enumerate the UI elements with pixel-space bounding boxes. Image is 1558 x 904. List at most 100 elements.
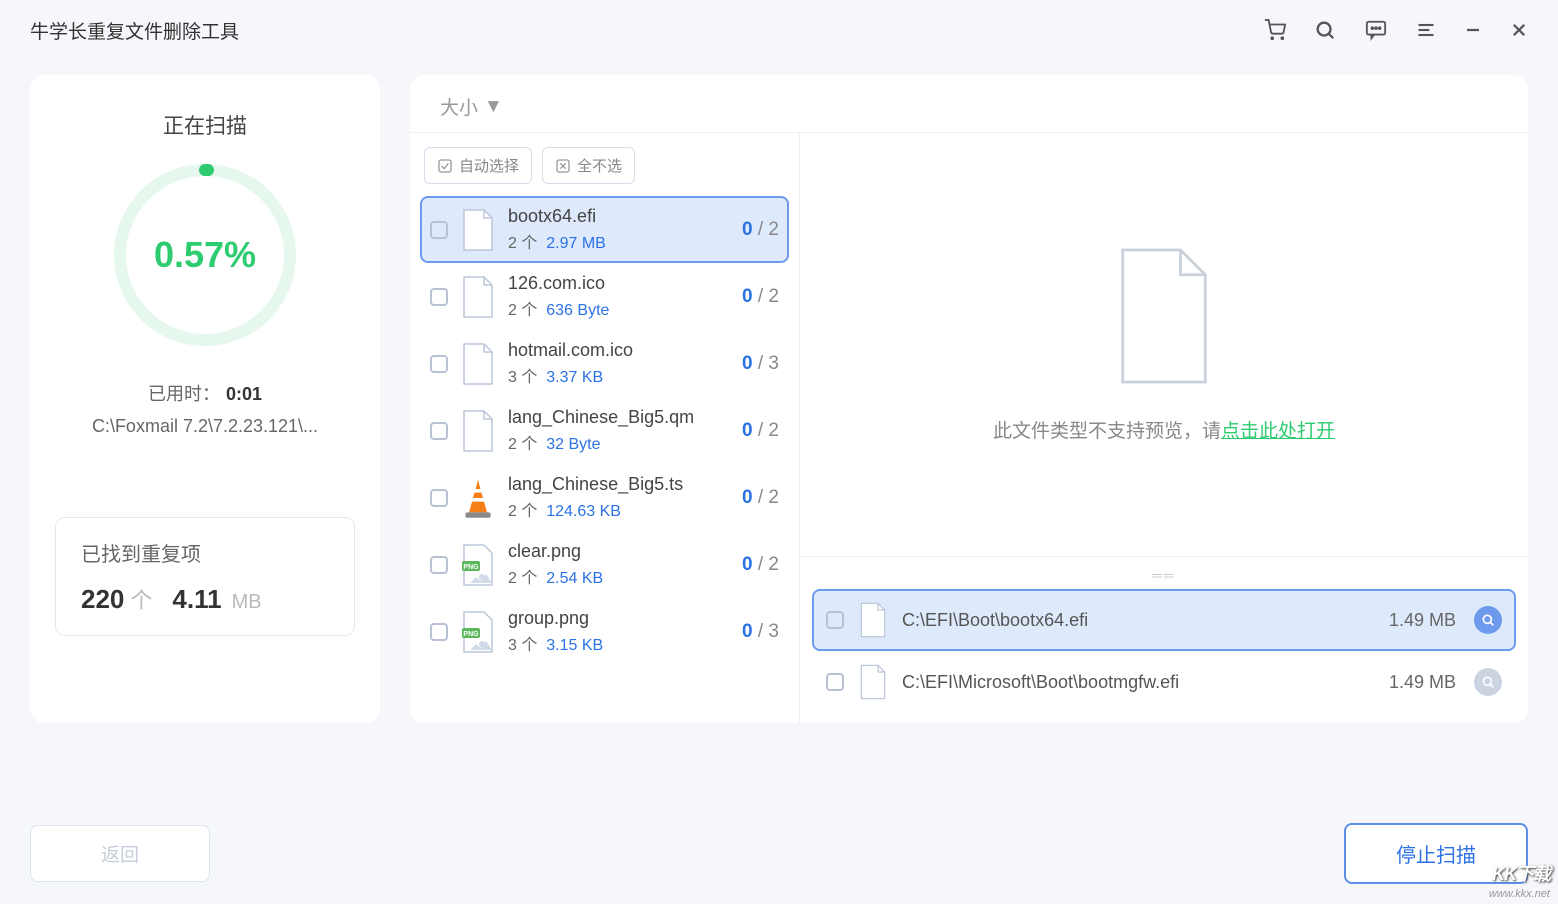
file-name: bootx64.efi (508, 206, 730, 227)
minimize-icon[interactable] (1464, 21, 1482, 39)
file-type-icon (460, 409, 496, 453)
file-selection-count: 0 / 2 (742, 219, 779, 241)
preview-area: 此文件类型不支持预览，请点击此处打开 (800, 133, 1528, 556)
file-checkbox[interactable] (430, 355, 448, 373)
file-name: group.png (508, 608, 730, 629)
file-checkbox[interactable] (430, 623, 448, 641)
chevron-down-icon: ▼ (484, 96, 503, 118)
duplicate-size: 1.49 MB (1389, 610, 1456, 631)
locate-file-button[interactable] (1474, 606, 1502, 634)
file-group-row[interactable]: bootx64.efi2 个 2.97 MB 0 / 2 (420, 196, 789, 263)
file-group-row[interactable]: PNG clear.png2 个 2.54 KB 0 / 2 (420, 531, 789, 598)
duplicate-path: C:\EFI\Microsoft\Boot\bootmgfw.efi (902, 672, 1375, 693)
found-size: 4.11 (172, 584, 221, 615)
file-size: 3.37 KB (546, 369, 603, 386)
file-meta: 3 个 3.37 KB (508, 363, 730, 387)
file-meta: 2 个 2.54 KB (508, 564, 730, 588)
file-name: hotmail.com.ico (508, 340, 730, 361)
file-group-row[interactable]: 126.com.ico2 个 636 Byte0 / 2 (420, 263, 789, 330)
scan-status-panel: 正在扫描 0.57% 已用时：0:01 C:\Foxmail 7.2\7.2.2… (30, 75, 380, 723)
file-info: lang_Chinese_Big5.qm2 个 32 Byte (508, 407, 730, 454)
file-checkbox[interactable] (430, 556, 448, 574)
file-name: clear.png (508, 541, 730, 562)
file-group-row[interactable]: lang_Chinese_Big5.qm2 个 32 Byte0 / 2 (420, 397, 789, 464)
file-type-icon: PNG (460, 610, 496, 654)
main-content: 正在扫描 0.57% 已用时：0:01 C:\Foxmail 7.2\7.2.2… (0, 60, 1558, 738)
file-info: clear.png2 个 2.54 KB (508, 541, 730, 588)
found-count-unit: 个 (130, 583, 152, 615)
file-selection-count: 0 / 2 (742, 554, 779, 576)
sort-dropdown[interactable]: 大小 ▼ (440, 93, 503, 120)
deselect-all-button[interactable]: 全不选 (542, 147, 635, 184)
elapsed-time: 已用时：0:01 (148, 380, 262, 406)
file-group-row[interactable]: lang_Chinese_Big5.ts2 个 124.63 KB 0 / 2 (420, 464, 789, 531)
elapsed-value: 0:01 (226, 384, 262, 404)
file-size: 124.63 KB (546, 503, 621, 520)
file-size: 32 Byte (546, 436, 600, 453)
scanning-label: 正在扫描 (163, 110, 247, 140)
duplicate-file-row[interactable]: C:\EFI\Microsoft\Boot\bootmgfw.efi 1.49 M… (812, 651, 1516, 713)
current-scan-path: C:\Foxmail 7.2\7.2.23.121\... (92, 416, 318, 437)
file-name: lang_Chinese_Big5.ts (508, 474, 730, 495)
file-meta: 2 个 2.97 MB (508, 229, 730, 253)
file-size: 2.54 KB (546, 570, 603, 587)
duplicate-checkbox[interactable] (826, 673, 844, 691)
titlebar: 牛学长重复文件删除工具 (0, 0, 1558, 60)
duplicate-file-row[interactable]: C:\EFI\Boot\bootx64.efi 1.49 MB (812, 589, 1516, 651)
drag-handle-icon[interactable]: ══ (812, 565, 1516, 589)
menu-icon[interactable] (1416, 20, 1436, 40)
file-info: group.png3 个 3.15 KB (508, 608, 730, 655)
file-meta: 3 个 3.15 KB (508, 631, 730, 655)
file-placeholder-icon (1109, 246, 1219, 391)
file-name: 126.com.ico (508, 273, 730, 294)
file-meta: 2 个 32 Byte (508, 430, 730, 454)
svg-text:PNG: PNG (463, 564, 479, 571)
cart-icon[interactable] (1264, 19, 1286, 41)
feedback-icon[interactable] (1364, 19, 1388, 41)
file-type-icon (460, 342, 496, 386)
duplicates-found-box: 已找到重复项 220 个 4.11 MB (55, 517, 355, 636)
found-label: 已找到重复项 (81, 538, 329, 567)
deselect-all-label: 全不选 (577, 155, 622, 176)
back-button[interactable]: 返回 (30, 825, 210, 882)
file-info: lang_Chinese_Big5.ts2 个 124.63 KB (508, 474, 730, 521)
file-checkbox[interactable] (430, 422, 448, 440)
locate-file-button[interactable] (1474, 668, 1502, 696)
file-checkbox[interactable] (430, 489, 448, 507)
found-count: 220 (81, 584, 124, 615)
file-selection-count: 0 / 3 (742, 621, 779, 643)
file-selection-count: 0 / 3 (742, 353, 779, 375)
duplicate-checkbox[interactable] (826, 611, 844, 629)
file-group-row[interactable]: PNG group.png3 个 3.15 KB 0 / 3 (420, 598, 789, 665)
file-name: lang_Chinese_Big5.qm (508, 407, 730, 428)
file-size: 2.97 MB (546, 235, 606, 252)
progress-circle: 0.57% (105, 155, 305, 355)
file-selection-count: 0 / 2 (742, 286, 779, 308)
close-icon[interactable] (1510, 21, 1528, 39)
file-info: bootx64.efi2 个 2.97 MB (508, 206, 730, 253)
file-group-row[interactable]: hotmail.com.ico3 个 3.37 KB 0 / 3 (420, 330, 789, 397)
results-panel: 大小 ▼ 自动选择 全不选 bootx64.efi2 个 2.97 MB0 / (410, 75, 1528, 723)
file-checkbox[interactable] (430, 288, 448, 306)
duplicate-size: 1.49 MB (1389, 672, 1456, 693)
file-checkbox[interactable] (430, 221, 448, 239)
search-icon[interactable] (1314, 19, 1336, 41)
svg-text:PNG: PNG (463, 631, 479, 638)
progress-percent: 0.57% (154, 234, 256, 276)
auto-select-button[interactable]: 自动选择 (424, 147, 532, 184)
file-type-icon: PNG (460, 543, 496, 587)
duplicate-groups-list: 自动选择 全不选 bootx64.efi2 个 2.97 MB0 / 2126.… (410, 133, 800, 723)
titlebar-icons (1264, 19, 1528, 41)
preview-message: 此文件类型不支持预览，请点击此处打开 (993, 416, 1335, 443)
found-size-unit: MB (232, 591, 262, 614)
file-info: hotmail.com.ico3 个 3.37 KB (508, 340, 730, 387)
auto-select-label: 自动选择 (459, 155, 519, 176)
file-type-icon (460, 208, 496, 252)
duplicate-path: C:\EFI\Boot\bootx64.efi (902, 610, 1375, 631)
preview-msg-text: 此文件类型不支持预览，请 (993, 421, 1221, 442)
file-selection-count: 0 / 2 (742, 487, 779, 509)
file-icon (858, 601, 888, 639)
file-size: 3.15 KB (546, 637, 603, 654)
open-file-link[interactable]: 点击此处打开 (1221, 421, 1335, 442)
app-title: 牛学长重复文件删除工具 (30, 17, 239, 44)
